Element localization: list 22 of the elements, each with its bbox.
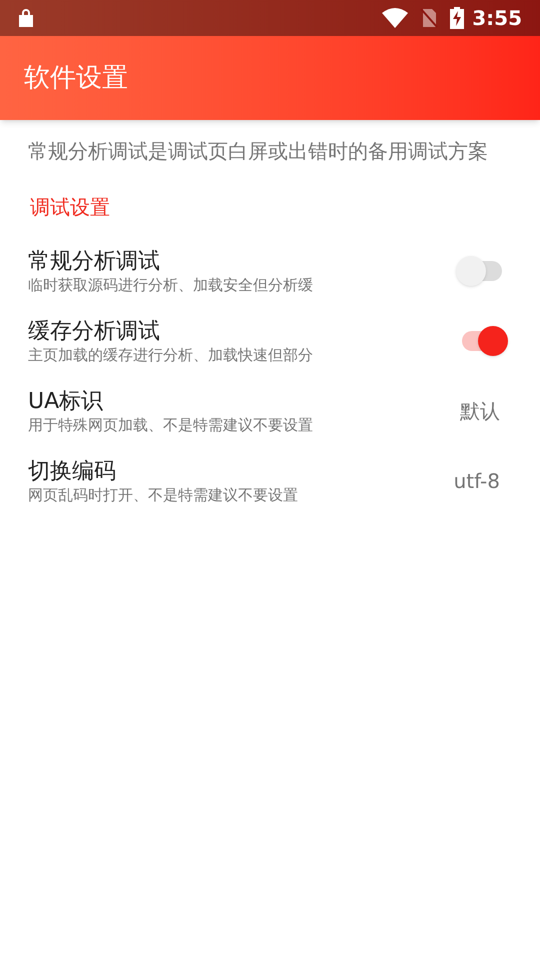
setting-row[interactable]: 缓存分析调试 主页加载的缓存进行分析、加载快速但部分: [0, 306, 540, 376]
wifi-icon: [382, 8, 408, 28]
setting-subtitle: 用于特殊网页加载、不是特需建议不要设置: [28, 416, 314, 434]
shopping-bag-icon: [18, 9, 34, 27]
setting-row[interactable]: UA标识 用于特殊网页加载、不是特需建议不要设置 默认: [0, 376, 540, 446]
setting-row[interactable]: 切换编码 网页乱码时打开、不是特需建议不要设置 utf-8: [0, 446, 540, 516]
setting-value: utf-8: [454, 468, 500, 495]
battery-charging-icon: [450, 7, 464, 29]
setting-subtitle: 网页乱码时打开、不是特需建议不要设置: [28, 486, 299, 504]
status-time: 3:55: [472, 5, 522, 32]
setting-title: 常规分析调试: [28, 248, 161, 276]
app-bar-title: 软件设置: [24, 62, 128, 94]
description-text: 常规分析调试是调试页白屏或出错时的备用调试方案: [27, 138, 489, 165]
setting-subtitle: 主页加载的缓存进行分析、加载快速但部分: [28, 346, 314, 364]
setting-subtitle: 临时获取源码进行分析、加载安全但分析缓: [28, 276, 314, 294]
section-header: 调试设置: [29, 194, 111, 221]
setting-row[interactable]: 常规分析调试 临时获取源码进行分析、加载安全但分析缓: [0, 236, 540, 306]
setting-title: 切换编码: [28, 458, 117, 486]
no-sim-icon: [420, 8, 438, 28]
setting-title: 缓存分析调试: [28, 318, 161, 346]
setting-value: 默认: [460, 398, 500, 425]
setting-title: UA标识: [28, 388, 104, 416]
